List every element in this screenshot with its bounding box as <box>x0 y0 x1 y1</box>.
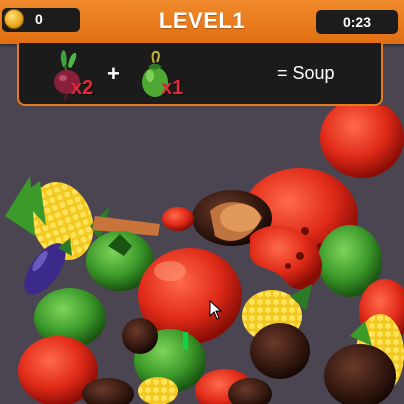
mushroom[interactable] <box>122 318 158 354</box>
recipe-ingredient: x2 <box>49 49 109 101</box>
ingredient-quantity: x1 <box>161 77 184 99</box>
plus-sign: + <box>107 61 120 86</box>
corn[interactable] <box>138 377 178 404</box>
ingredient-pile[interactable] <box>0 106 404 404</box>
leaf <box>5 176 35 236</box>
timer: 0:23 <box>316 10 398 34</box>
ingredient-quantity: x2 <box>71 77 94 99</box>
mushroom[interactable] <box>250 323 310 379</box>
recipe-ingredient: x1 <box>139 49 209 101</box>
recipe-result: = Soup <box>277 63 335 83</box>
tomato[interactable] <box>320 106 404 178</box>
recipe-panel: x2 + x1 = Soup <box>17 43 383 106</box>
top-bar: 0 LEVEL1 0:23 <box>0 0 404 44</box>
tomato[interactable] <box>162 207 194 231</box>
